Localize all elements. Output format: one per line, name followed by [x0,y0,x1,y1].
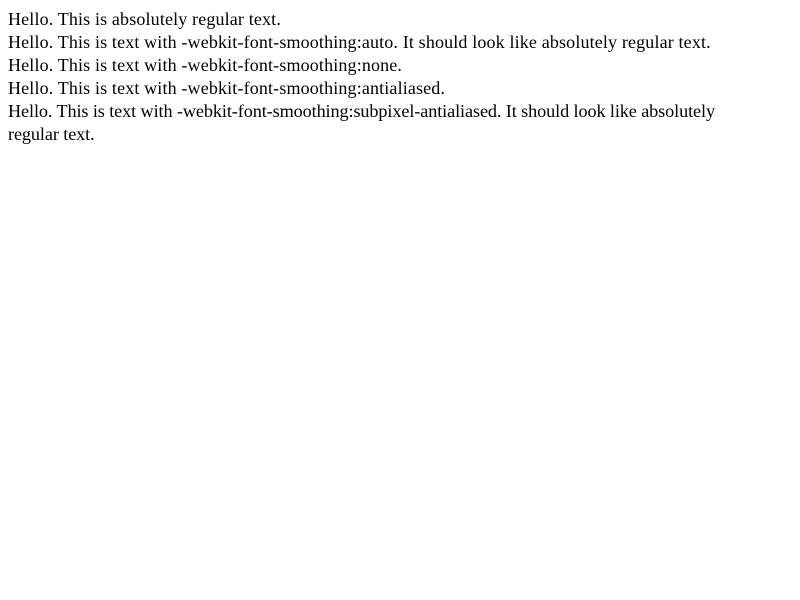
smoothing-subpixel-line: Hello. This is text with -webkit-font-sm… [8,101,715,144]
document-body: Hello. This is absolutely regular text. … [8,8,792,146]
smoothing-auto-line: Hello. This is text with -webkit-font-sm… [8,32,711,52]
smoothing-none-line: Hello. This is text with -webkit-font-sm… [8,55,403,75]
smoothing-antialiased-line: Hello. This is text with -webkit-font-sm… [8,78,446,98]
regular-text-line: Hello. This is absolutely regular text. [8,9,281,29]
